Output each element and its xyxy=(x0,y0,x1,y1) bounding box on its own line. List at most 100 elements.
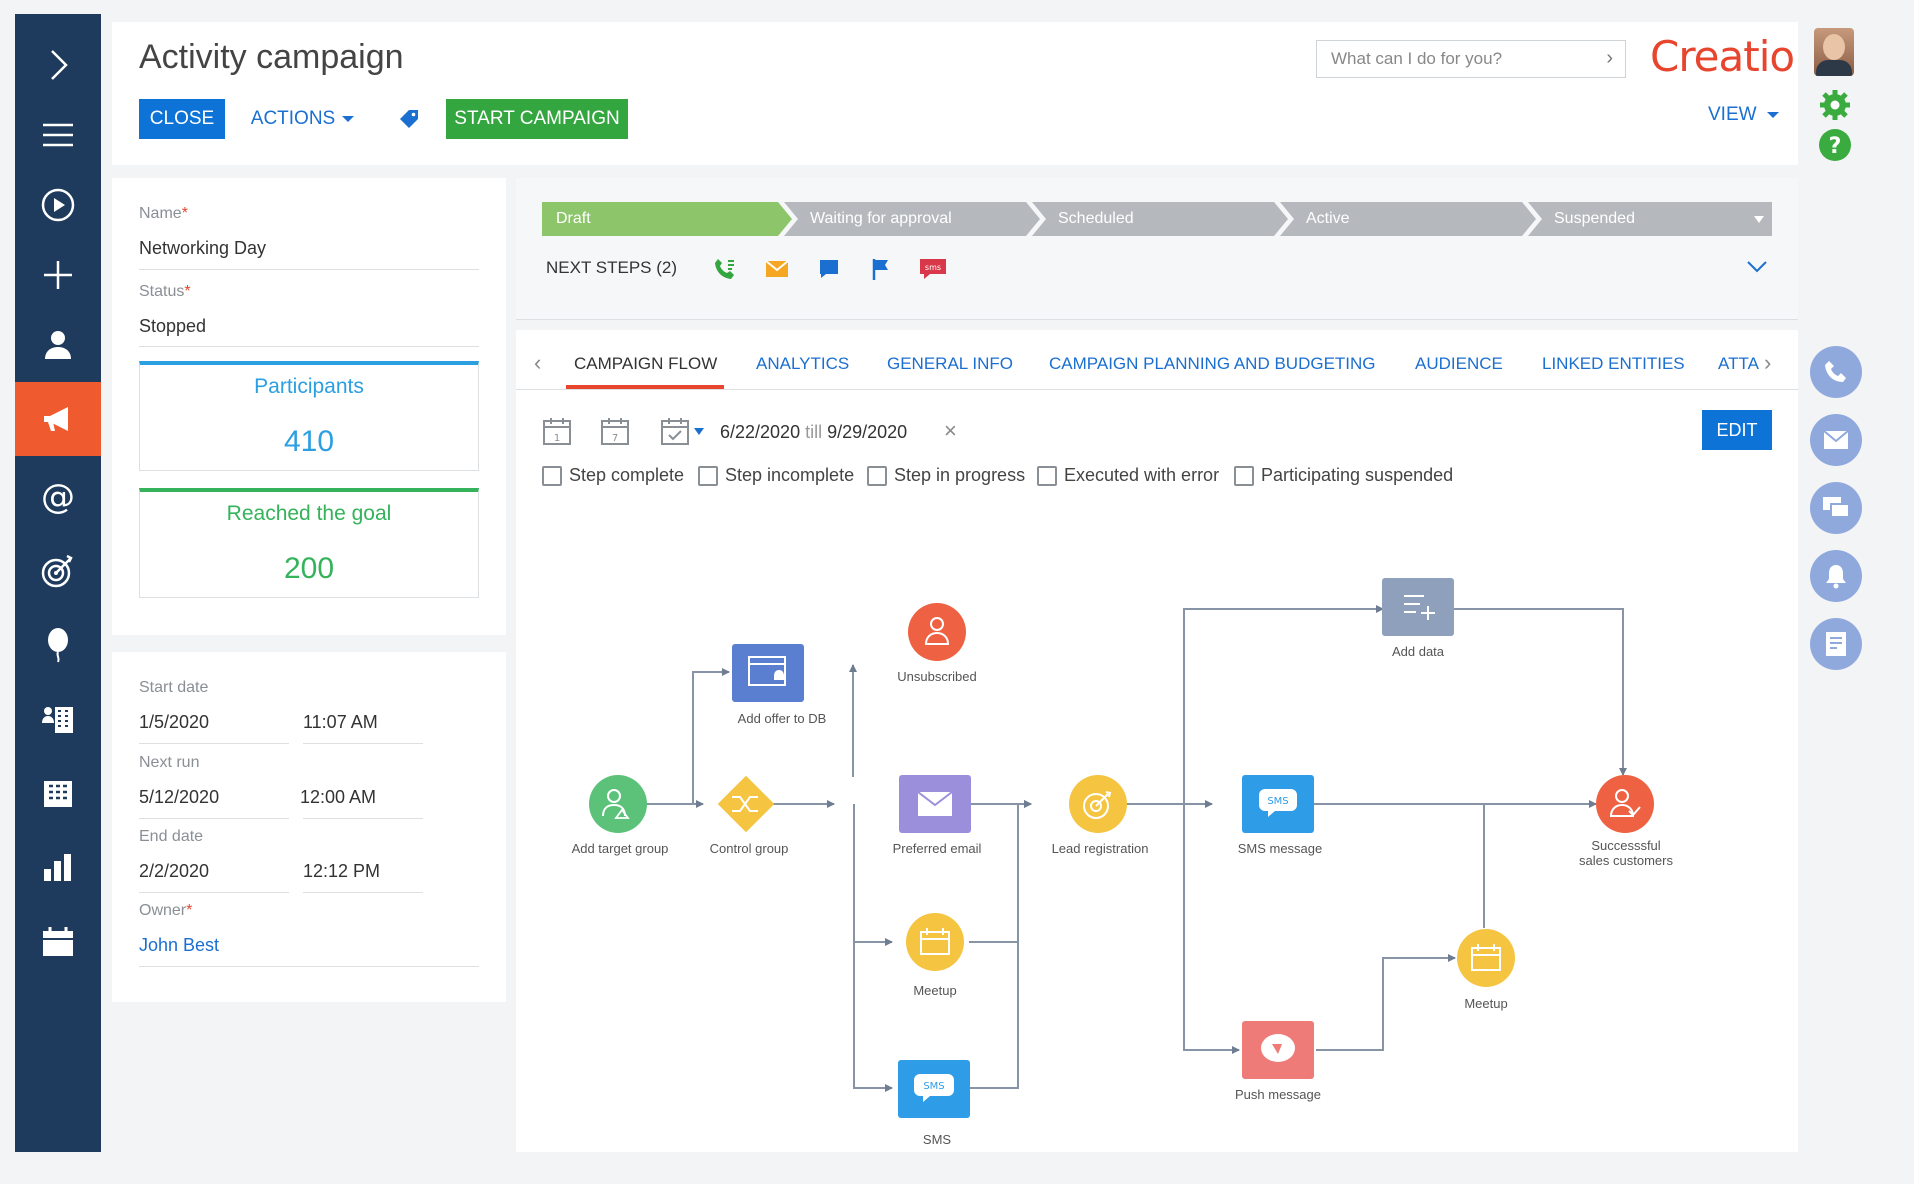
schedule-card: Start date 1/5/2020 11:07 AM Next run 5/… xyxy=(112,652,506,1002)
help-icon[interactable]: ? xyxy=(1818,128,1852,162)
call-icon[interactable] xyxy=(712,256,738,282)
status-field[interactable]: Stopped xyxy=(139,316,206,337)
chevron-down-icon[interactable] xyxy=(1746,260,1768,274)
name-label: Name* xyxy=(139,205,188,222)
menu-icon[interactable] xyxy=(15,98,101,172)
participants-metric[interactable]: Participants 410 xyxy=(139,361,479,471)
play-icon[interactable] xyxy=(15,168,101,242)
chart-icon[interactable] xyxy=(15,830,101,904)
start-date-field[interactable]: 1/5/2020 xyxy=(139,712,209,733)
svg-text:sms: sms xyxy=(925,263,941,272)
unsubscribed-label: Unsubscribed xyxy=(897,669,977,684)
contacts-icon[interactable] xyxy=(15,308,101,382)
stage-bar: Draft Waiting for approval Scheduled Act… xyxy=(542,202,1772,236)
successful-sales-customers-node[interactable]: Successsful sales customers xyxy=(1579,775,1673,868)
preferred-email-node[interactable]: Preferred email xyxy=(893,775,982,856)
search-placeholder: What can I do for you? xyxy=(1331,49,1503,68)
accounts-icon[interactable] xyxy=(15,682,101,756)
mail-icon[interactable] xyxy=(1810,414,1862,466)
message-icon[interactable] xyxy=(816,256,842,282)
next-run-label: Next run xyxy=(139,754,200,771)
successful-sales-label-line1: Successsful xyxy=(1591,838,1660,853)
email-task-icon[interactable] xyxy=(764,256,790,282)
campaign-flow-diagram: Add target group Control group Add offer… xyxy=(572,578,1673,1147)
main-sidebar: @ xyxy=(15,14,101,1152)
page-header: Activity campaign CLOSE ACTIONS START CA… xyxy=(112,22,1798,165)
start-date-label: Start date xyxy=(139,679,209,696)
sms-label: SMS xyxy=(923,1132,952,1147)
gear-icon[interactable] xyxy=(1818,88,1852,122)
actions-button[interactable]: ACTIONS xyxy=(248,99,358,139)
view-button[interactable]: VIEW xyxy=(1708,104,1780,126)
sms-node-badge: SMS xyxy=(923,1081,944,1092)
push-message-label: Push message xyxy=(1235,1087,1321,1102)
sms-message-label: SMS message xyxy=(1238,841,1323,856)
buildings-icon[interactable] xyxy=(15,756,101,830)
name-field[interactable]: Networking Day xyxy=(139,238,266,259)
balloon-icon[interactable] xyxy=(15,608,101,682)
successful-sales-label-line2: sales customers xyxy=(1579,853,1673,868)
phone-icon[interactable] xyxy=(1810,346,1862,398)
preferred-email-label: Preferred email xyxy=(893,841,982,856)
view-label: VIEW xyxy=(1708,104,1757,125)
sms-message-badge: SMS xyxy=(1267,796,1288,807)
end-time-field[interactable]: 12:12 PM xyxy=(303,861,380,882)
meetup-node-1[interactable]: Meetup xyxy=(906,913,964,998)
stage-active[interactable]: Active xyxy=(1280,202,1536,236)
close-button[interactable]: CLOSE xyxy=(139,99,225,139)
add-data-node[interactable]: Add data xyxy=(1382,578,1454,659)
notification-bell-icon[interactable] xyxy=(1810,550,1862,602)
start-time-field[interactable]: 11:07 AM xyxy=(303,712,378,733)
target-icon[interactable] xyxy=(15,534,101,608)
calendar-icon[interactable] xyxy=(15,904,101,978)
control-group-node[interactable]: Control group xyxy=(710,775,789,856)
chat-icon[interactable] xyxy=(1810,482,1862,534)
reached-goal-metric[interactable]: Reached the goal 200 xyxy=(139,488,479,598)
sms-node[interactable]: SMS SMS xyxy=(898,1060,970,1147)
start-campaign-button[interactable]: START CAMPAIGN xyxy=(446,99,628,139)
unsubscribed-node[interactable]: Unsubscribed xyxy=(897,603,977,684)
email-icon[interactable]: @ xyxy=(15,460,101,534)
plus-icon[interactable] xyxy=(15,238,101,312)
end-date-label: End date xyxy=(139,828,204,845)
reached-goal-value: 200 xyxy=(283,552,335,585)
add-data-label: Add data xyxy=(1392,644,1445,659)
chevron-right-icon: › xyxy=(1606,47,1613,69)
campaign-info-card: Name* Networking Day Status* Stopped Par… xyxy=(112,178,506,635)
actions-label: ACTIONS xyxy=(250,108,336,129)
stage-waiting-for-approval[interactable]: Waiting for approval xyxy=(784,202,1040,236)
next-steps-label[interactable]: NEXT STEPS (2) xyxy=(546,258,677,278)
participants-label: Participants xyxy=(254,375,364,398)
add-target-group-label: Add target group xyxy=(572,841,669,856)
end-date-field[interactable]: 2/2/2020 xyxy=(139,861,209,882)
stage-scheduled[interactable]: Scheduled xyxy=(1032,202,1288,236)
participants-value: 410 xyxy=(283,425,335,458)
push-message-node[interactable]: Push message xyxy=(1235,1021,1321,1102)
lead-registration-label: Lead registration xyxy=(1052,841,1149,856)
owner-link[interactable]: John Best xyxy=(139,935,219,956)
reached-goal-label: Reached the goal xyxy=(226,502,392,525)
sms-task-icon[interactable]: sms xyxy=(918,256,948,282)
sms-message-node[interactable]: SMS SMS message xyxy=(1238,775,1323,856)
stage-panel: Draft Waiting for approval Scheduled Act… xyxy=(516,178,1798,320)
meetup-node-2[interactable]: Meetup xyxy=(1457,929,1515,1011)
campaigns-icon[interactable] xyxy=(15,382,101,456)
tag-icon[interactable] xyxy=(394,99,424,139)
control-group-label: Control group xyxy=(710,841,789,856)
next-run-time-field[interactable]: 12:00 AM xyxy=(300,787,376,808)
stage-draft[interactable]: Draft xyxy=(542,202,792,236)
add-target-group-node[interactable]: Add target group xyxy=(572,775,669,856)
meetup-label-2: Meetup xyxy=(1464,996,1507,1011)
flag-icon[interactable] xyxy=(868,256,894,282)
next-run-date-field[interactable]: 5/12/2020 xyxy=(139,787,219,808)
user-avatar[interactable] xyxy=(1814,28,1854,76)
page-title: Activity campaign xyxy=(139,38,404,76)
add-offer-node[interactable]: Add offer to DB xyxy=(732,644,826,726)
lead-registration-node[interactable]: Lead registration xyxy=(1052,775,1149,856)
command-search-input[interactable]: What can I do for you? › xyxy=(1316,40,1626,78)
collapse-icon[interactable] xyxy=(15,28,101,102)
add-offer-label: Add offer to DB xyxy=(738,711,827,726)
feed-icon[interactable] xyxy=(1810,618,1862,670)
stage-dropdown-icon[interactable] xyxy=(1754,216,1764,223)
stage-suspended[interactable]: Suspended xyxy=(1528,202,1772,236)
